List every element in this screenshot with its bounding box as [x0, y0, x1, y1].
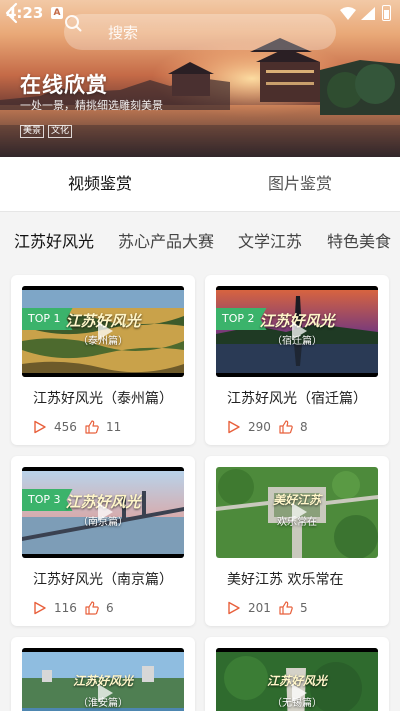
video-thumbnail[interactable]: 江苏好风光 （淮安篇）: [22, 648, 184, 711]
tab-picture-appreciation[interactable]: 图片鉴赏: [200, 157, 400, 211]
video-card[interactable]: TOP 3 江苏好风光 （南京篇） 江苏好风光（南京篇） 116 6: [11, 456, 195, 626]
video-card[interactable]: TOP 2 江苏好风光 （宿迁篇） 江苏好风光（宿迁篇） 290 8: [205, 275, 389, 445]
notification-a-icon: A: [51, 7, 63, 19]
play-icon[interactable]: [92, 319, 116, 343]
like-count[interactable]: 11: [85, 420, 121, 434]
video-card[interactable]: 美好江苏 欢乐常在 美好江苏 欢乐常在 201 5: [205, 456, 389, 626]
views-play-icon: [228, 420, 240, 434]
like-count-value: 8: [300, 420, 308, 434]
search-placeholder: 搜索: [108, 24, 139, 42]
tab-video-appreciation[interactable]: 视频鉴赏: [0, 157, 200, 211]
search-icon: [65, 15, 82, 32]
view-count-value: 201: [248, 601, 271, 615]
thumb-up-icon[interactable]: [279, 601, 293, 615]
play-icon[interactable]: [286, 681, 310, 705]
views-play-icon: [228, 601, 240, 615]
video-title[interactable]: 美好江苏 欢乐常在: [227, 569, 343, 589]
play-icon[interactable]: [92, 500, 116, 524]
view-count-value: 456: [54, 420, 77, 434]
category-tab-bar: 江苏好风光 苏心产品大赛 文学江苏 特色美食: [0, 211, 400, 263]
back-button[interactable]: [0, 0, 26, 26]
video-thumbnail[interactable]: TOP 1 江苏好风光 （泰州篇）: [22, 286, 184, 377]
video-title[interactable]: 江苏好风光（泰州篇）: [33, 388, 173, 408]
views-play-icon: [34, 601, 46, 615]
video-card[interactable]: TOP 1 江苏好风光 （泰州篇） 江苏好风光（泰州篇） 456 11: [11, 275, 195, 445]
video-title[interactable]: 江苏好风光（南京篇）: [33, 569, 173, 589]
main-tab-bar: 视频鉴赏 图片鉴赏: [0, 157, 400, 211]
category-tab-product-contest[interactable]: 苏心产品大赛: [118, 228, 214, 252]
hero-tag: 美景: [20, 125, 45, 138]
hero-tag: 文化: [48, 125, 73, 138]
views-play-icon: [34, 420, 46, 434]
category-tab-jiangsu-scenery[interactable]: 江苏好风光: [14, 228, 94, 252]
play-icon[interactable]: [286, 319, 310, 343]
thumb-up-icon[interactable]: [85, 420, 99, 434]
like-count[interactable]: 6: [85, 601, 114, 615]
video-card[interactable]: 江苏好风光 （无锡篇）: [205, 637, 389, 711]
thumb-up-icon[interactable]: [85, 601, 99, 615]
video-thumbnail[interactable]: TOP 2 江苏好风光 （宿迁篇）: [216, 286, 378, 377]
view-count: 290: [227, 420, 271, 434]
like-count-value: 5: [300, 601, 308, 615]
view-count: 116: [33, 601, 77, 615]
like-count-value: 11: [106, 420, 122, 434]
view-count: 201: [227, 601, 271, 615]
view-count-value: 290: [248, 420, 271, 434]
view-count-value: 116: [54, 601, 77, 615]
video-thumbnail[interactable]: 江苏好风光 （无锡篇）: [216, 648, 378, 711]
search-input[interactable]: 搜索: [64, 14, 336, 50]
video-card[interactable]: 江苏好风光 （淮安篇）: [11, 637, 195, 711]
video-thumbnail[interactable]: TOP 3 江苏好风光 （南京篇）: [22, 467, 184, 558]
thumb-up-icon[interactable]: [279, 420, 293, 434]
wifi-icon: [340, 7, 356, 20]
hero-title: 在线欣赏: [20, 73, 108, 97]
chevron-left-icon: [5, 2, 18, 24]
category-tab-food[interactable]: 特色美食: [327, 228, 391, 252]
battery-icon: [382, 5, 391, 21]
signal-icon: [361, 7, 375, 20]
video-title[interactable]: 江苏好风光（宿迁篇）: [227, 388, 367, 408]
play-icon[interactable]: [286, 500, 310, 524]
video-thumbnail[interactable]: 美好江苏 欢乐常在: [216, 467, 378, 558]
hero-tags: 美景 文化: [20, 125, 73, 138]
category-tab-literature[interactable]: 文学江苏: [238, 228, 302, 252]
hero-subtitle: 一处一景，精挑细选雕刻美景: [20, 99, 163, 112]
like-count[interactable]: 8: [279, 420, 308, 434]
view-count: 456: [33, 420, 77, 434]
hero-banner: 4:23 A 搜索 在线欣赏 一处一景，精挑细选雕刻美景 美景 文化: [0, 0, 400, 157]
like-count[interactable]: 5: [279, 601, 308, 615]
like-count-value: 6: [106, 601, 114, 615]
play-icon[interactable]: [92, 681, 116, 705]
